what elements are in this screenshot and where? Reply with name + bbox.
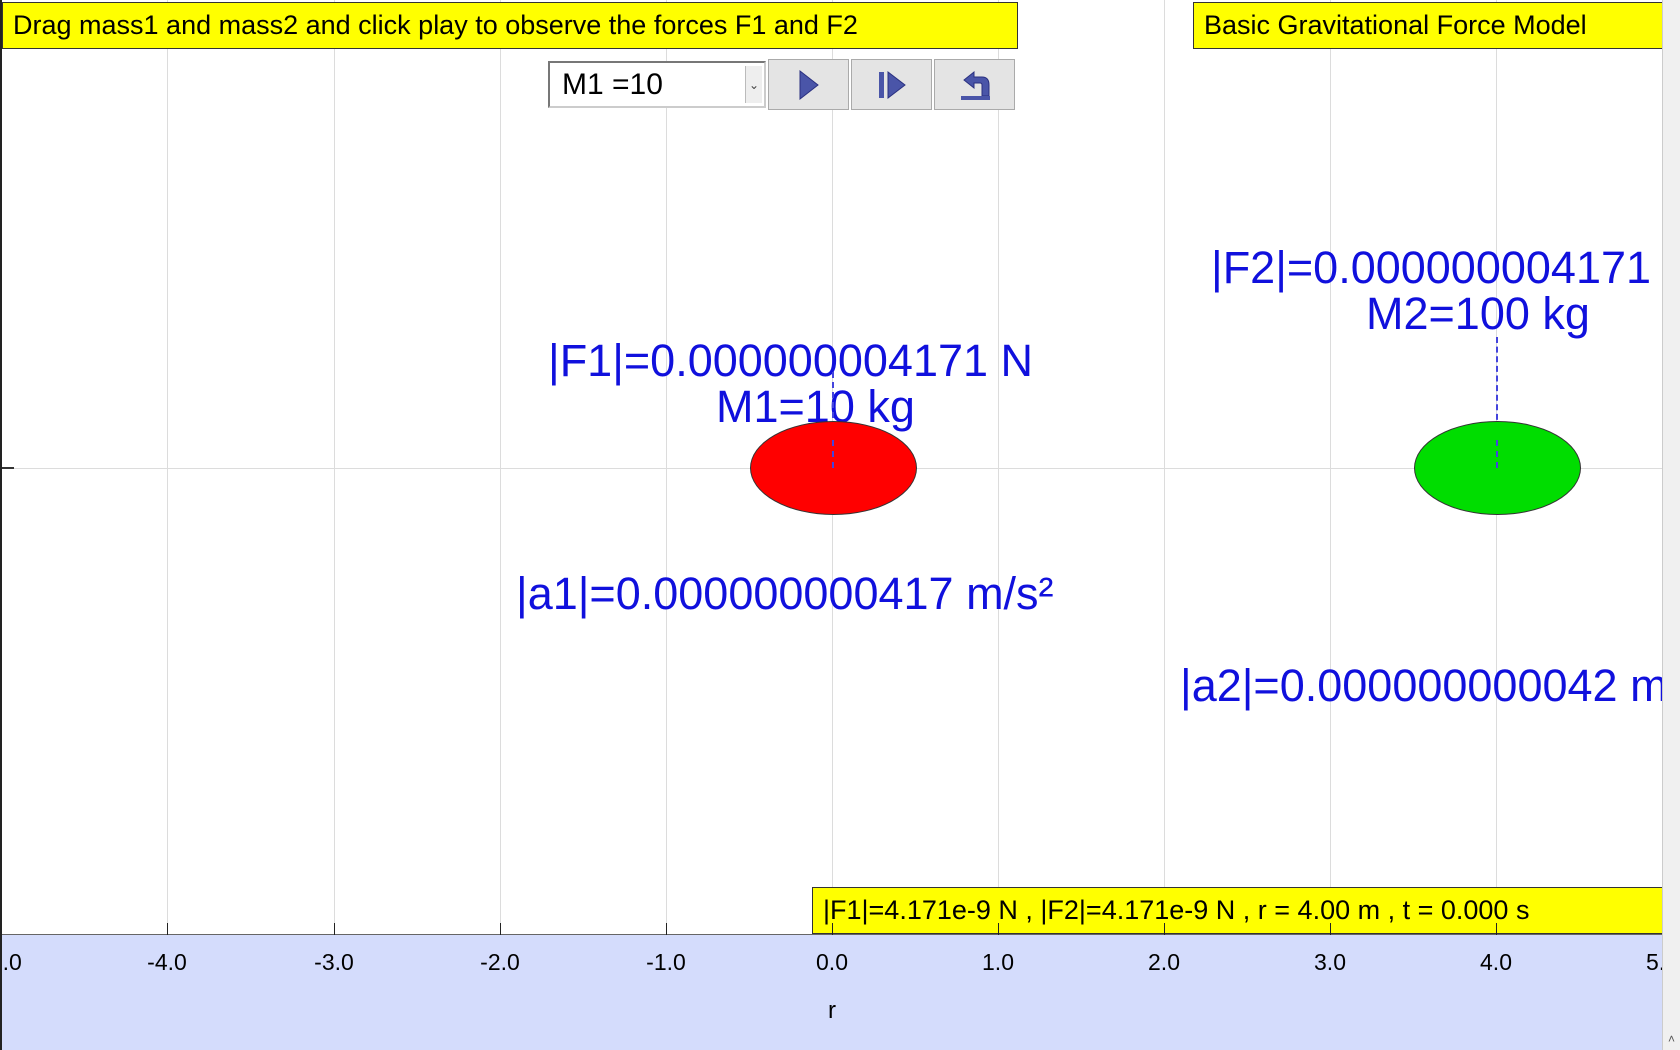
grid-line — [334, 0, 335, 934]
axis-tick — [334, 923, 335, 935]
axis-tick-label: 4.0 — [1480, 949, 1512, 975]
a1-label: |a1|=0.000000000417 m/s² — [516, 568, 1054, 619]
axis-tick-label: 1.0 — [982, 949, 1014, 975]
step-forward-icon — [878, 70, 906, 99]
f1-label: |F1|=0.000000004171 N — [548, 335, 1034, 386]
axis-tick — [1164, 923, 1165, 935]
model-title: Basic Gravitational Force Model — [1204, 10, 1587, 40]
toolbar: M1 =10 ⌄ — [548, 59, 1015, 112]
axis-tick — [167, 923, 168, 935]
axis-tick-label: 5.0 — [1646, 949, 1662, 975]
axis-label: r — [828, 997, 836, 1024]
m2-label: M2=100 kg — [1366, 288, 1590, 339]
status-text: |F1|=4.171e-9 N , |F2|=4.171e-9 N , r = … — [823, 895, 1530, 925]
axis-tick — [666, 923, 667, 935]
instruction-text: Drag mass1 and mass2 and click play to o… — [13, 10, 858, 40]
grid-line — [666, 0, 667, 934]
mass-select-dropdown[interactable]: M1 =10 ⌄ — [548, 61, 766, 108]
reset-icon — [960, 70, 990, 100]
axis-tick-label: -1.0 — [646, 949, 686, 975]
model-title-banner: Basic Gravitational Force Model — [1193, 2, 1662, 49]
vertical-scrollbar[interactable]: ˄ — [1662, 0, 1680, 1050]
axis-tick — [1496, 923, 1497, 935]
mass2-ball[interactable] — [1414, 421, 1581, 515]
a2-label: |a2|=0.000000000042 m/s² — [1180, 660, 1662, 711]
axis-tick — [832, 923, 833, 935]
grid-line — [500, 0, 501, 934]
axis-tick — [1330, 923, 1331, 935]
chevron-down-icon[interactable]: ⌄ — [745, 66, 762, 103]
status-banner: |F1|=4.171e-9 N , |F2|=4.171e-9 N , r = … — [812, 887, 1662, 934]
grid-line — [1164, 0, 1165, 934]
axis-tick-label: -3.0 — [314, 949, 354, 975]
axis-tick-label: -5.0 — [2, 949, 22, 975]
mass1-ball[interactable] — [750, 421, 917, 515]
scroll-down-icon[interactable]: ˄ — [1663, 1032, 1680, 1050]
axis-tick-label: -4.0 — [147, 949, 187, 975]
grid-line — [1330, 0, 1331, 934]
axis-tick-label: -2.0 — [480, 949, 520, 975]
axis-tick — [998, 923, 999, 935]
r-axis: -5.0 -4.0 -3.0 -2.0 -1.0 0.0 1.0 2.0 3.0… — [2, 923, 1662, 1050]
mass-select-value: M1 =10 — [562, 67, 663, 101]
axis-tick-label: 0.0 — [816, 949, 848, 975]
f2-vector-overlay — [1496, 440, 1498, 468]
simulation-canvas: Drag mass1 and mass2 and click play to o… — [0, 0, 1662, 1050]
instruction-banner: Drag mass1 and mass2 and click play to o… — [2, 2, 1018, 49]
step-forward-button[interactable] — [851, 59, 932, 110]
y-axis-tick — [2, 467, 14, 469]
axis-tick-label: 3.0 — [1314, 949, 1346, 975]
axis-tick — [500, 923, 501, 935]
f2-label: |F2|=0.000000004171 N — [1211, 242, 1662, 293]
f1-vector-overlay — [832, 440, 834, 468]
axis-tick-label: 2.0 — [1148, 949, 1180, 975]
reset-button[interactable] — [934, 59, 1015, 110]
play-icon — [799, 69, 819, 100]
grid-line — [998, 0, 999, 934]
play-button[interactable] — [768, 59, 849, 110]
grid-line — [167, 0, 168, 934]
